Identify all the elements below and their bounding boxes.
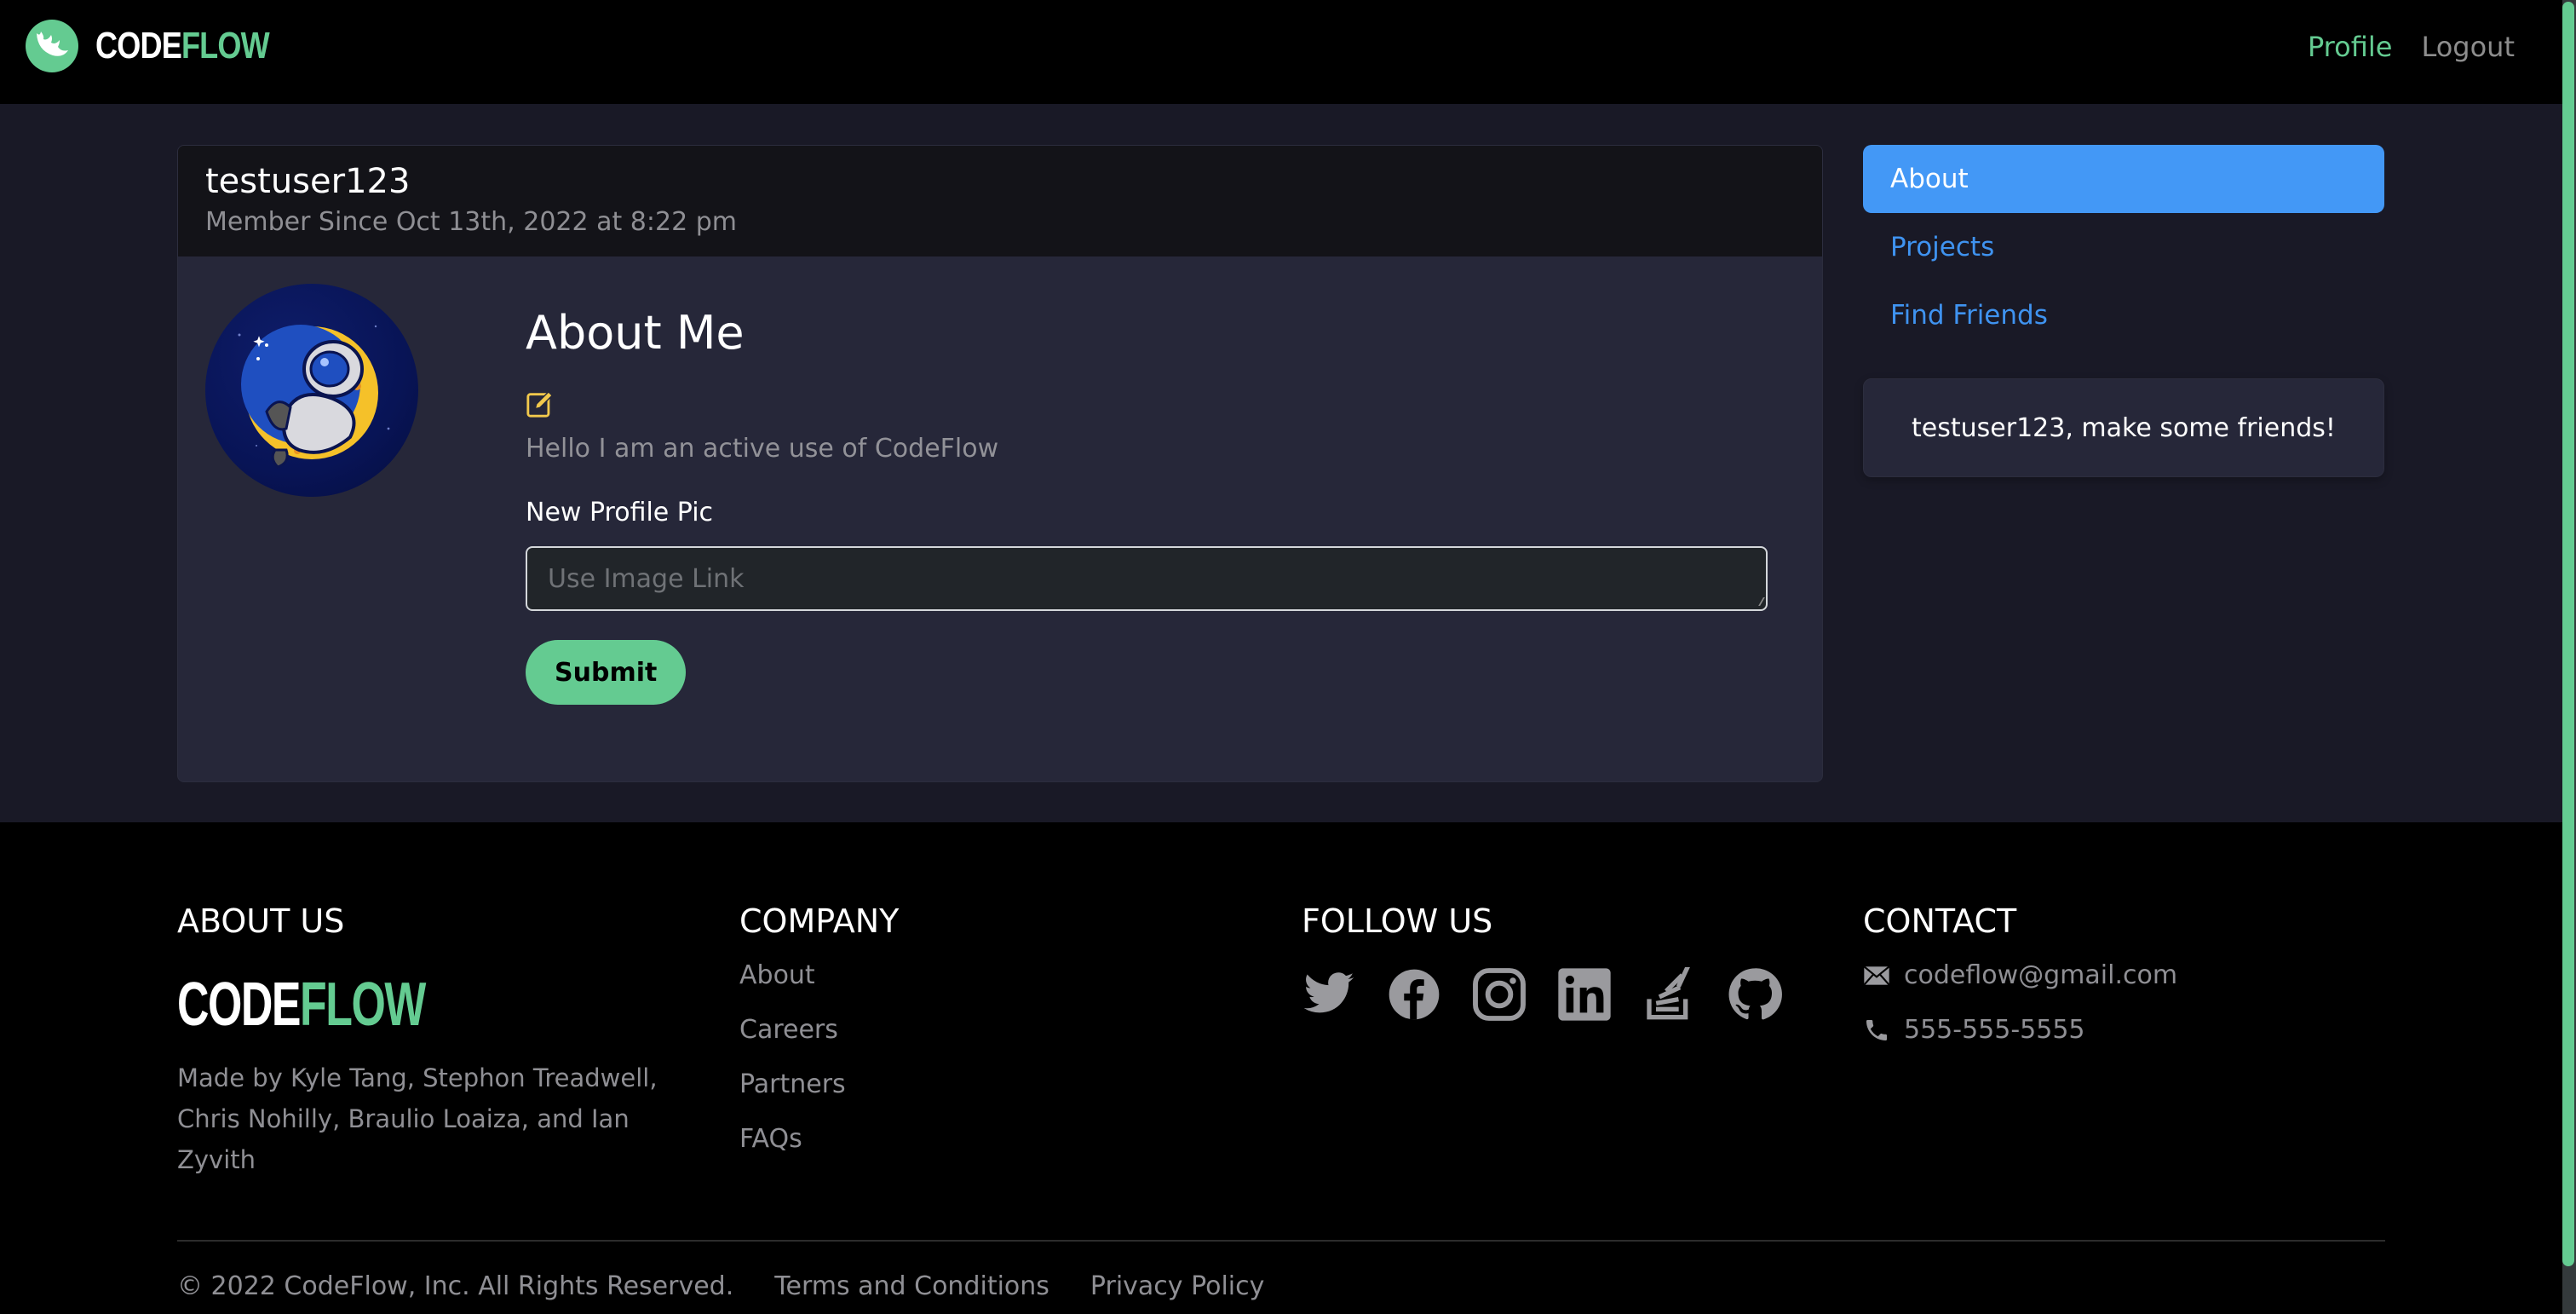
contact-email-row: codeflow@gmail.com xyxy=(1863,957,2177,994)
facebook-icon[interactable] xyxy=(1387,967,1441,1022)
footer-about-heading: ABOUT US xyxy=(177,902,345,940)
linkedin-icon[interactable] xyxy=(1557,967,1612,1022)
phone-icon xyxy=(1866,1020,1887,1040)
github-icon[interactable] xyxy=(1728,967,1782,1022)
brand-flow-text: FLOW xyxy=(181,25,270,66)
friends-message-box: testuser123, make some friends! xyxy=(1863,378,2384,477)
edit-icon[interactable] xyxy=(526,389,555,418)
brand-code-text: CODE xyxy=(95,25,182,66)
footer-about-column: ABOUT US CODEFLOW Made by Kyle Tang, Ste… xyxy=(177,902,688,1180)
astronaut-moon-image xyxy=(238,325,390,469)
footer-divider xyxy=(177,1240,2385,1242)
nav-logout-link[interactable]: Logout xyxy=(2421,31,2515,63)
terms-link[interactable]: Terms and Conditions xyxy=(774,1271,1049,1301)
footer-contact-heading: CONTACT xyxy=(1863,902,2017,940)
copyright-text: © 2022 CodeFlow, Inc. All Rights Reserve… xyxy=(177,1271,734,1301)
stackoverflow-icon[interactable] xyxy=(1642,965,1697,1022)
twitter-icon[interactable] xyxy=(1302,967,1356,1022)
sidebar-item-projects[interactable]: Projects xyxy=(1863,213,2384,281)
sidebar-item-find-friends[interactable]: Find Friends xyxy=(1863,281,2384,349)
page-scrollbar[interactable] xyxy=(2562,0,2576,1314)
instagram-icon[interactable] xyxy=(1472,967,1527,1022)
contact-phone-row: 555-555-5555 xyxy=(1863,1011,2177,1049)
brand-home-link[interactable]: CODEFLOW xyxy=(26,19,308,73)
codeflow-logo-icon xyxy=(26,20,78,72)
profile-pic-url-input[interactable] xyxy=(526,546,1768,611)
avatar xyxy=(205,284,418,497)
privacy-link[interactable]: Privacy Policy xyxy=(1090,1271,1264,1301)
footer-brand-flow: FLOW xyxy=(300,971,426,1039)
friends-message: testuser123, make some friends! xyxy=(1912,412,2336,443)
about-section: About Me Hello I am an active use of Cod… xyxy=(526,308,1768,705)
username: testuser123 xyxy=(205,162,411,201)
footer-follow-heading: FOLLOW US xyxy=(1302,902,1493,940)
scrollbar-thumb[interactable] xyxy=(2562,2,2574,1266)
contact-phone[interactable]: 555-555-5555 xyxy=(1904,1011,2085,1049)
top-navbar: CODEFLOW Profile Logout xyxy=(0,0,2562,104)
footer-brand-code: CODE xyxy=(177,971,301,1039)
envelope-icon xyxy=(1863,965,1890,986)
profile-card-body: About Me Hello I am an active use of Cod… xyxy=(178,256,1822,781)
profile-card: testuser123 Member Since Oct 13th, 2022 … xyxy=(177,145,1823,782)
social-icons xyxy=(1302,965,1782,1022)
sidebar-item-about[interactable]: About xyxy=(1863,145,2384,213)
new-profile-pic-label: New Profile Pic xyxy=(526,498,714,527)
member-since: Member Since Oct 13th, 2022 at 8:22 pm xyxy=(205,207,737,237)
footer-company-column: COMPANY About Careers Partners FAQs xyxy=(739,902,899,1158)
profile-card-header: testuser123 Member Since Oct 13th, 2022 … xyxy=(178,146,1822,256)
brand-wordmark: CODEFLOW xyxy=(95,25,270,67)
footer-link-about[interactable]: About xyxy=(739,957,899,994)
bio-text: Hello I am an active use of CodeFlow xyxy=(526,434,999,464)
footer-follow-column: FOLLOW US xyxy=(1302,902,1782,1022)
footer-contact-column: CONTACT codeflow@gmail.com 555-555-5555 xyxy=(1863,902,2177,1049)
made-by-text: Made by Kyle Tang, Stephon Treadwell, Ch… xyxy=(177,1063,658,1174)
about-me-title: About Me xyxy=(526,306,745,360)
submit-button[interactable]: Submit xyxy=(526,640,687,705)
footer-company-heading: COMPANY xyxy=(739,902,900,940)
footer-link-partners[interactable]: Partners xyxy=(739,1066,899,1104)
profile-sidebar: About Projects Find Friends testuser123,… xyxy=(1863,145,2384,477)
footer-link-careers[interactable]: Careers xyxy=(739,1011,899,1049)
nav-profile-link[interactable]: Profile xyxy=(2308,31,2393,63)
footer-bottom-bar: © 2022 CodeFlow, Inc. All Rights Reserve… xyxy=(177,1271,1264,1301)
top-nav-links: Profile Logout xyxy=(2308,31,2515,63)
contact-email[interactable]: codeflow@gmail.com xyxy=(1904,957,2177,994)
footer-link-faqs[interactable]: FAQs xyxy=(739,1121,899,1158)
footer-brand-wordmark: CODEFLOW xyxy=(177,974,545,1035)
